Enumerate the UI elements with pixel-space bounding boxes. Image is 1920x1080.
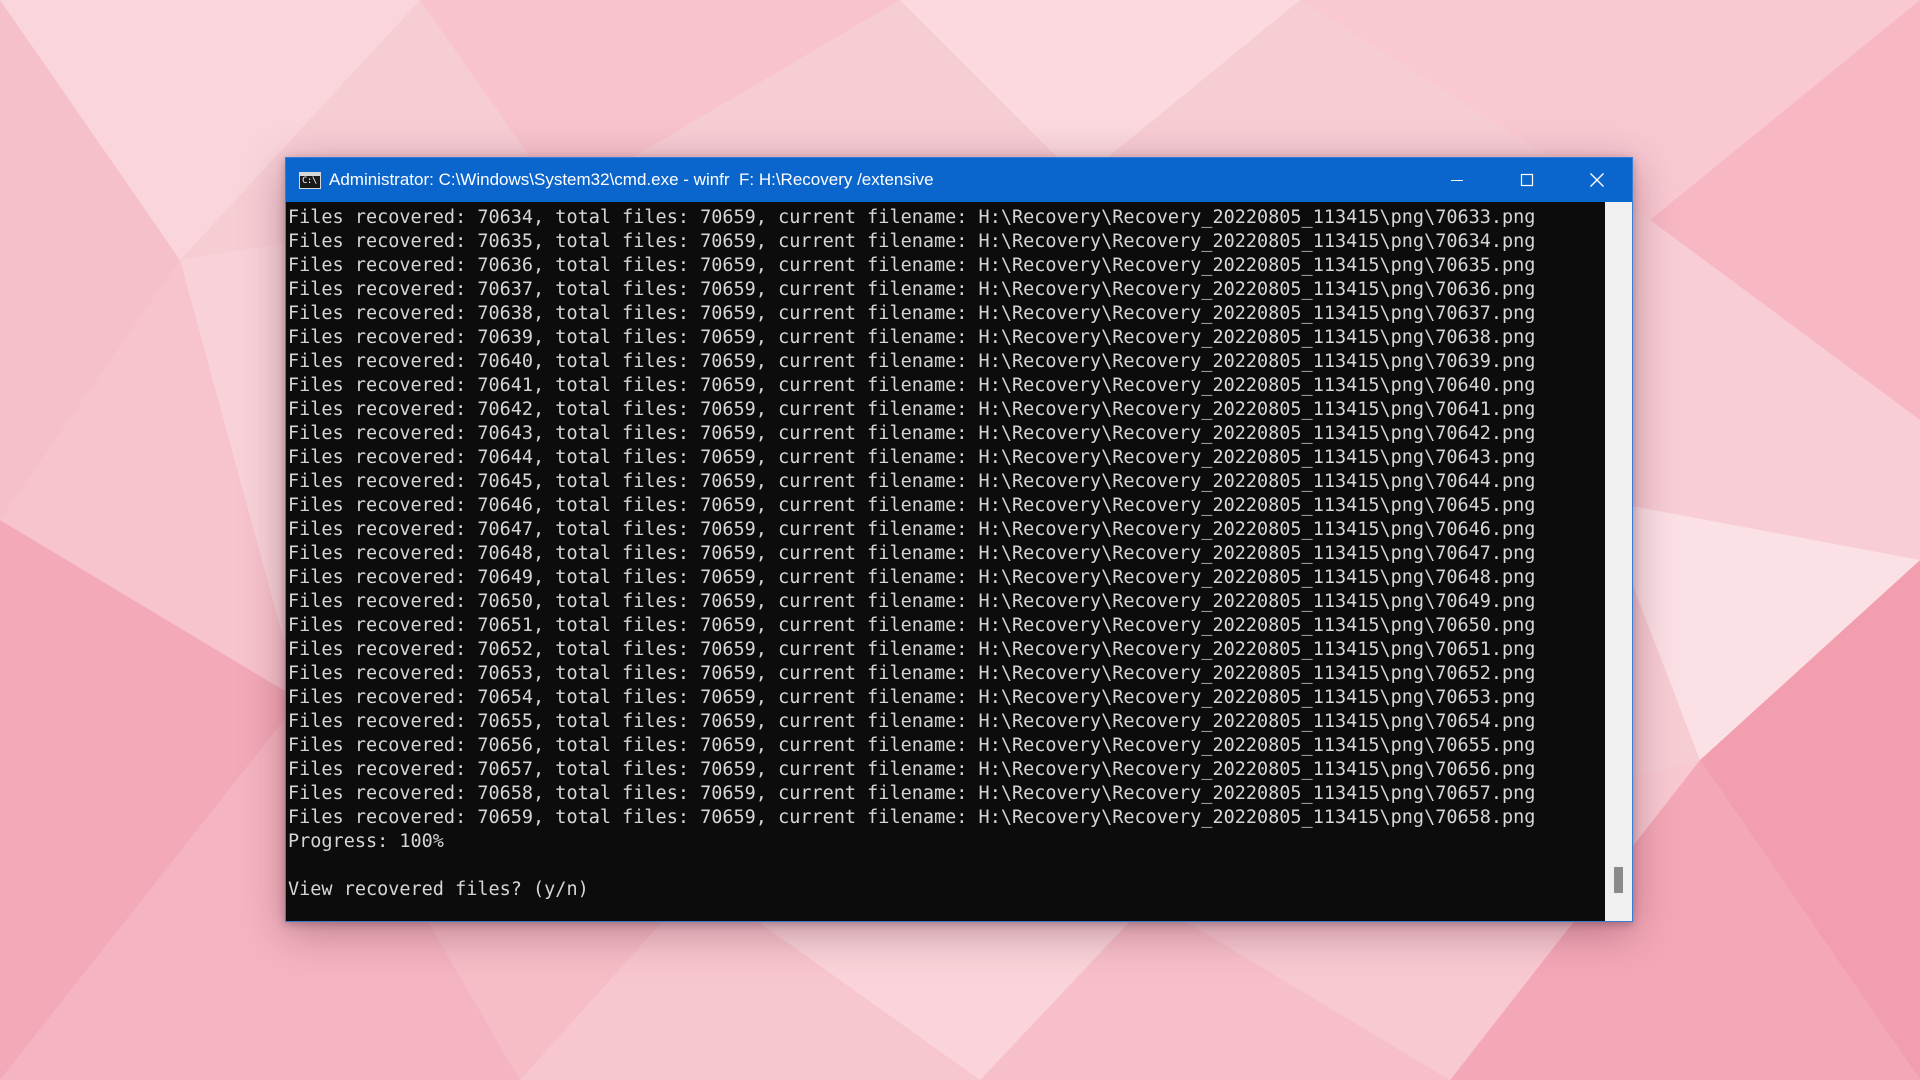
console-line: Files recovered: 70652, total files: 706… bbox=[288, 639, 1536, 660]
console-line: Files recovered: 70646, total files: 706… bbox=[288, 495, 1536, 516]
title-bar[interactable]: C:\ Administrator: C:\Windows\System32\c… bbox=[286, 158, 1632, 202]
cmd-window[interactable]: C:\ Administrator: C:\Windows\System32\c… bbox=[285, 157, 1633, 922]
cmd-icon[interactable]: C:\ bbox=[299, 171, 321, 189]
console-line: Files recovered: 70636, total files: 706… bbox=[288, 255, 1536, 276]
cmd-icon-text: C:\ bbox=[302, 175, 317, 186]
console-output[interactable]: Files recovered: 70634, total files: 706… bbox=[286, 202, 1606, 921]
console-line: Files recovered: 70641, total files: 706… bbox=[288, 375, 1536, 396]
console-line: Files recovered: 70634, total files: 706… bbox=[288, 207, 1536, 228]
minimize-icon bbox=[1451, 180, 1463, 181]
console-line: Files recovered: 70649, total files: 706… bbox=[288, 567, 1536, 588]
console-line: Progress: 100% bbox=[288, 831, 444, 852]
console-line: Files recovered: 70648, total files: 706… bbox=[288, 543, 1536, 564]
maximize-icon bbox=[1520, 173, 1534, 187]
console-line: Files recovered: 70651, total files: 706… bbox=[288, 615, 1536, 636]
minimize-button[interactable] bbox=[1422, 158, 1492, 202]
console-line: Files recovered: 70642, total files: 706… bbox=[288, 399, 1536, 420]
console-line: Files recovered: 70650, total files: 706… bbox=[288, 591, 1536, 612]
console-line: Files recovered: 70659, total files: 706… bbox=[288, 807, 1536, 828]
console-line: Files recovered: 70644, total files: 706… bbox=[288, 447, 1536, 468]
console-line: Files recovered: 70643, total files: 706… bbox=[288, 423, 1536, 444]
console-line: Files recovered: 70656, total files: 706… bbox=[288, 735, 1536, 756]
console-line: Files recovered: 70645, total files: 706… bbox=[288, 471, 1536, 492]
console-line: Files recovered: 70637, total files: 706… bbox=[288, 279, 1536, 300]
console-line: Files recovered: 70635, total files: 706… bbox=[288, 231, 1536, 252]
console-line: Files recovered: 70640, total files: 706… bbox=[288, 351, 1536, 372]
close-button[interactable] bbox=[1562, 158, 1632, 202]
console-line: Files recovered: 70657, total files: 706… bbox=[288, 759, 1536, 780]
close-icon bbox=[1590, 173, 1604, 187]
console-line: Files recovered: 70658, total files: 706… bbox=[288, 783, 1536, 804]
maximize-button[interactable] bbox=[1492, 158, 1562, 202]
scroll-thumb[interactable] bbox=[1614, 867, 1623, 893]
vertical-scrollbar[interactable] bbox=[1605, 202, 1632, 921]
cursor-line bbox=[288, 902, 1606, 921]
console-line: Files recovered: 70639, total files: 706… bbox=[288, 327, 1536, 348]
window-title: Administrator: C:\Windows\System32\cmd.e… bbox=[329, 170, 934, 189]
console-line: Files recovered: 70655, total files: 706… bbox=[288, 711, 1536, 732]
console-line: Files recovered: 70638, total files: 706… bbox=[288, 303, 1536, 324]
console-line: Files recovered: 70654, total files: 706… bbox=[288, 687, 1536, 708]
console-line: View recovered files? (y/n) bbox=[288, 879, 589, 900]
console-line: Files recovered: 70647, total files: 706… bbox=[288, 519, 1536, 540]
console-line: Files recovered: 70653, total files: 706… bbox=[288, 663, 1536, 684]
